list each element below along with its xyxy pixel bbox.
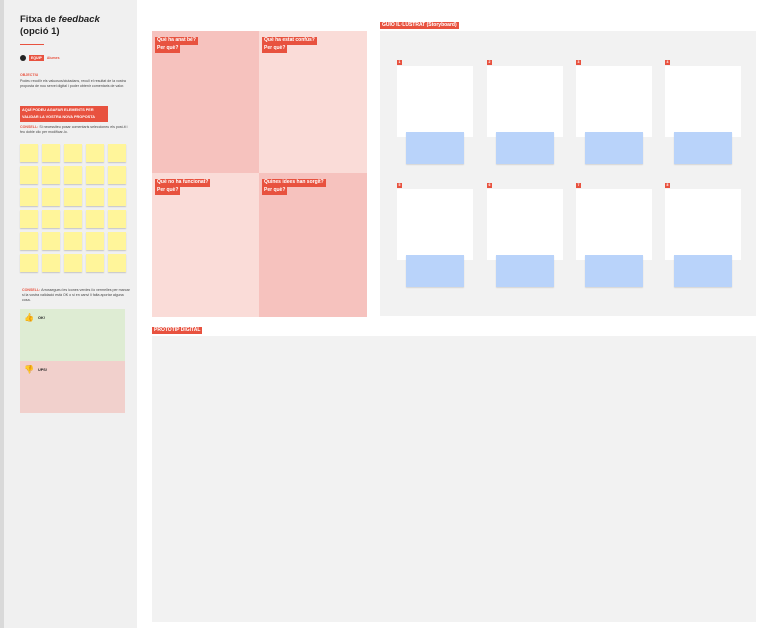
tip-1: CONSELL: Si necessiteu posar comentaris … <box>20 125 132 135</box>
author-badge: EQUIP <box>29 55 44 61</box>
sticky-note[interactable] <box>42 254 60 272</box>
sticky-note[interactable] <box>42 144 60 162</box>
sticky-note[interactable] <box>86 188 104 206</box>
sticky-note[interactable] <box>86 210 104 228</box>
thumbs-down-icon[interactable]: 👎 <box>24 365 34 374</box>
storyboard-caption-note[interactable] <box>406 255 464 287</box>
storyboard-number: 4 <box>665 60 670 65</box>
sticky-note[interactable] <box>108 232 126 250</box>
sticky-note[interactable] <box>108 210 126 228</box>
sticky-note[interactable] <box>64 188 82 206</box>
sticky-note[interactable] <box>64 166 82 184</box>
storyboard-caption-note[interactable] <box>496 255 554 287</box>
sticky-note-palette <box>20 144 128 272</box>
storyboard-number: 5 <box>397 183 402 188</box>
sticky-note[interactable] <box>42 210 60 228</box>
sticky-note[interactable] <box>20 254 38 272</box>
sticky-note[interactable] <box>64 254 82 272</box>
author-tag: Alumes <box>46 56 60 60</box>
quadrant-sublabel: Per què? <box>262 187 288 195</box>
storyboard-number: 7 <box>576 183 581 188</box>
sticky-note[interactable] <box>42 188 60 206</box>
storyboard-number: 6 <box>487 183 492 188</box>
storyboard-number: 2 <box>487 60 492 65</box>
sticky-note[interactable] <box>108 188 126 206</box>
storyboard-frame[interactable] <box>487 66 563 137</box>
quadrant-label: Què ha estat confús? <box>262 37 317 45</box>
storyboard-caption-note[interactable] <box>406 132 464 164</box>
thumbs-up-icon[interactable]: 👍 <box>24 313 34 322</box>
elements-banner: AQUÍ PODEU AGAFAR ELEMENTS PER VALIDAR L… <box>20 106 108 122</box>
sticky-note[interactable] <box>108 254 126 272</box>
storyboard-number: 1 <box>397 60 402 65</box>
sticky-note[interactable] <box>86 232 104 250</box>
storyboard-number: 3 <box>576 60 581 65</box>
ok-label: OK! <box>38 316 45 320</box>
storyboard-caption-note[interactable] <box>585 255 643 287</box>
quadrant-went-well[interactable]: Què ha anat bé? Per què? <box>152 31 259 173</box>
storyboard-frame[interactable] <box>665 66 741 137</box>
storyboard-frame[interactable] <box>665 189 741 260</box>
quadrant-new-ideas[interactable]: Quines idees han sorgit? Per què? <box>259 173 367 317</box>
storyboard-caption-note[interactable] <box>496 132 554 164</box>
sticky-note[interactable] <box>20 144 38 162</box>
sticky-note[interactable] <box>20 166 38 184</box>
storyboard-number: 8 <box>665 183 670 188</box>
author-row: EQUIP Alumes <box>20 55 60 61</box>
tip-1-label: CONSELL: <box>20 125 39 129</box>
storyboard-frame[interactable] <box>397 189 473 260</box>
sticky-note[interactable] <box>64 144 82 162</box>
sticky-note[interactable] <box>108 144 126 162</box>
sticky-note[interactable] <box>64 210 82 228</box>
sticky-note[interactable] <box>86 254 104 272</box>
quadrant-label: Quines idees han sorgit? <box>262 179 326 187</box>
sticky-note[interactable] <box>86 144 104 162</box>
quadrant-sublabel: Per què? <box>155 187 181 195</box>
quadrant-label: Què ha anat bé? <box>155 37 198 45</box>
storyboard-frame[interactable] <box>576 66 652 137</box>
storyboard-frame[interactable] <box>487 189 563 260</box>
sticky-note[interactable] <box>20 232 38 250</box>
title-tail: (opció 1) <box>20 26 60 37</box>
quadrant-confusing[interactable]: Què ha estat confús? Per què? <box>259 31 367 173</box>
sticky-note[interactable] <box>20 188 38 206</box>
objective-text: Podeu recollir els valuosos/ciutadans, r… <box>20 79 126 88</box>
tip-2: CONSELL: Arrossegueu les icones verdes i… <box>22 288 132 303</box>
storyboard-caption-note[interactable] <box>585 132 643 164</box>
storyboard-frame[interactable] <box>397 66 473 137</box>
sidebar-title: Fitxa de feedback (opció 1) <box>20 14 132 38</box>
quadrant-sublabel: Per què? <box>262 45 288 53</box>
sidebar: Fitxa de feedback (opció 1) EQUIP Alumes… <box>4 0 137 628</box>
avatar <box>20 55 26 61</box>
prototype-title: PROTOTIP DIGITAL <box>152 327 203 334</box>
tip-2-label: CONSELL: <box>22 288 41 292</box>
sticky-note[interactable] <box>42 232 60 250</box>
storyboard-caption-note[interactable] <box>674 132 732 164</box>
prototype-panel[interactable] <box>152 336 756 622</box>
quadrant-sublabel: Per què? <box>155 45 181 53</box>
sticky-note[interactable] <box>64 232 82 250</box>
storyboard-frame[interactable] <box>576 189 652 260</box>
title-emphasis: feedback <box>58 14 100 25</box>
title-underline <box>20 44 44 45</box>
quadrant-not-working[interactable]: Què no ha funcionat? Per què? <box>152 173 259 317</box>
ups-label: UPS! <box>38 368 48 372</box>
storyboard-caption-note[interactable] <box>674 255 732 287</box>
storyboard-title: GUIÓ IL·LUSTRAT (Storyboard) <box>380 22 459 29</box>
sticky-note[interactable] <box>42 166 60 184</box>
ok-zone[interactable]: 👍 OK! <box>20 309 125 361</box>
storyboard-panel[interactable]: 1 2 3 4 5 6 7 8 <box>380 31 756 316</box>
title-main: Fitxa de <box>20 14 59 25</box>
quadrant-label: Què no ha funcionat? <box>155 179 211 187</box>
sticky-note[interactable] <box>108 166 126 184</box>
objective-label: OBJECTIU <box>20 73 39 77</box>
ups-zone[interactable]: 👎 UPS! <box>20 361 125 413</box>
sticky-note[interactable] <box>86 166 104 184</box>
sticky-note[interactable] <box>20 210 38 228</box>
